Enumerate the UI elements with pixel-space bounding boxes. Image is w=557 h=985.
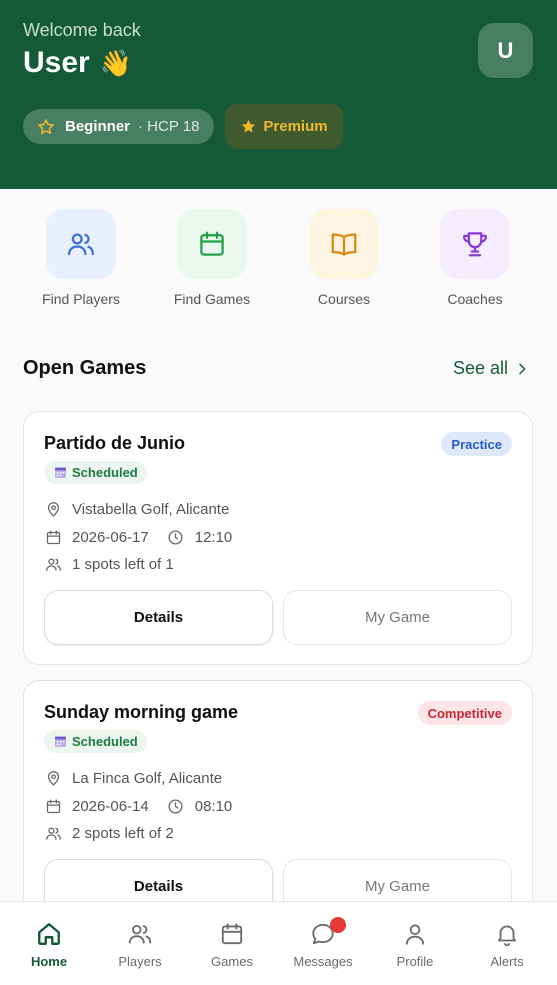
premium-badge[interactable]: Premium [225,104,343,149]
calendar-emoji-icon [54,735,67,748]
quick-label: Coaches [447,291,503,307]
game-card[interactable]: Partido de Junio Practice Scheduled Vist… [23,411,533,665]
section-title: Open Games [23,357,147,379]
level-badge: Beginner · HCP 18 [23,109,215,144]
players-icon [94,920,186,948]
time-text: 12:10 [194,528,233,546]
date-text: 2026-06-14 [72,797,149,815]
nav-home[interactable]: Home [3,920,95,969]
quick-label: Courses [317,291,371,307]
location-pin-icon [44,769,62,787]
handicap-label: · HCP 18 [138,118,200,135]
book-icon [309,209,379,279]
datetime-row: 2026-06-14 08:10 [44,797,232,815]
location-text: Vistabella Golf, Alicante [72,500,230,518]
players-icon [44,555,62,573]
wave-emoji: 👋 [99,47,133,78]
bottom-nav: Home Players Games Messages Profile Aler… [0,901,557,985]
quick-coaches[interactable]: Coaches [425,209,525,307]
time-text: 08:10 [194,797,233,815]
date-text: 2026-06-17 [72,528,149,546]
type-badge: Competitive [417,701,512,725]
premium-label: Premium [263,118,328,135]
nav-profile[interactable]: Profile [369,920,461,969]
username: User 👋 [23,46,132,80]
status-badge: Scheduled [44,730,147,753]
star-filled-icon [240,118,257,135]
location-text: La Finca Golf, Alicante [72,769,223,787]
quick-label: Find Games [173,291,251,307]
datetime-row: 2026-06-17 12:10 [44,528,232,546]
header: Welcome back User 👋 U Beginner · HCP 18 … [0,0,557,189]
nav-players[interactable]: Players [94,920,186,969]
avatar[interactable]: U [478,23,533,78]
clock-icon [167,797,185,815]
calendar-emoji-icon [54,466,67,479]
quick-courses[interactable]: Courses [294,209,394,307]
quick-find-games[interactable]: Find Games [162,209,262,307]
trophy-icon [440,209,510,279]
nav-label: Players [118,954,162,969]
calendar-icon [44,797,62,815]
chevron-right-icon [514,361,530,377]
message-icon [277,917,369,948]
calendar-icon [177,209,247,279]
nav-label: Home [30,954,68,969]
spots-text: 2 spots left of 2 [72,824,174,842]
spots-row: 1 spots left of 1 [44,555,174,573]
location-row: La Finca Golf, Alicante [44,769,222,787]
status-label: Scheduled [72,734,138,749]
bell-icon [461,920,553,948]
game-title: Partido de Junio [44,433,186,453]
see-all-label: See all [453,358,509,378]
calendar-icon [186,920,278,948]
players-icon [44,824,62,842]
game-title: Sunday morning game [44,702,239,722]
location-pin-icon [44,500,62,518]
players-icon [46,209,116,279]
quick-label: Find Players [42,291,120,307]
location-row: Vistabella Golf, Alicante [44,500,229,518]
home-icon [3,920,95,948]
level-label: Beginner [65,118,131,135]
welcome-text: Welcome back [23,20,141,40]
nav-label: Games [211,954,253,969]
spots-text: 1 spots left of 1 [72,555,174,573]
my-game-button[interactable]: My Game [283,590,512,645]
spots-row: 2 spots left of 2 [44,824,174,842]
nav-label: Alerts [490,954,524,969]
calendar-icon [44,528,62,546]
star-outline-icon [37,118,55,136]
type-badge: Practice [441,432,512,456]
nav-games[interactable]: Games [186,920,278,969]
see-all-link[interactable]: See all [453,358,530,379]
nav-label: Profile [396,954,434,969]
status-label: Scheduled [72,465,138,480]
nav-alerts[interactable]: Alerts [461,920,553,969]
username-text: User [23,46,90,79]
avatar-initial: U [497,37,514,63]
clock-icon [167,528,185,546]
status-badge: Scheduled [44,461,147,484]
details-button[interactable]: Details [44,590,273,645]
game-card[interactable]: Sunday morning game Competitive Schedule… [23,680,533,934]
nav-label: Messages [293,954,353,969]
nav-messages[interactable]: Messages [277,917,369,969]
notification-badge [330,917,346,933]
profile-icon [369,920,461,948]
quick-find-players[interactable]: Find Players [31,209,131,307]
